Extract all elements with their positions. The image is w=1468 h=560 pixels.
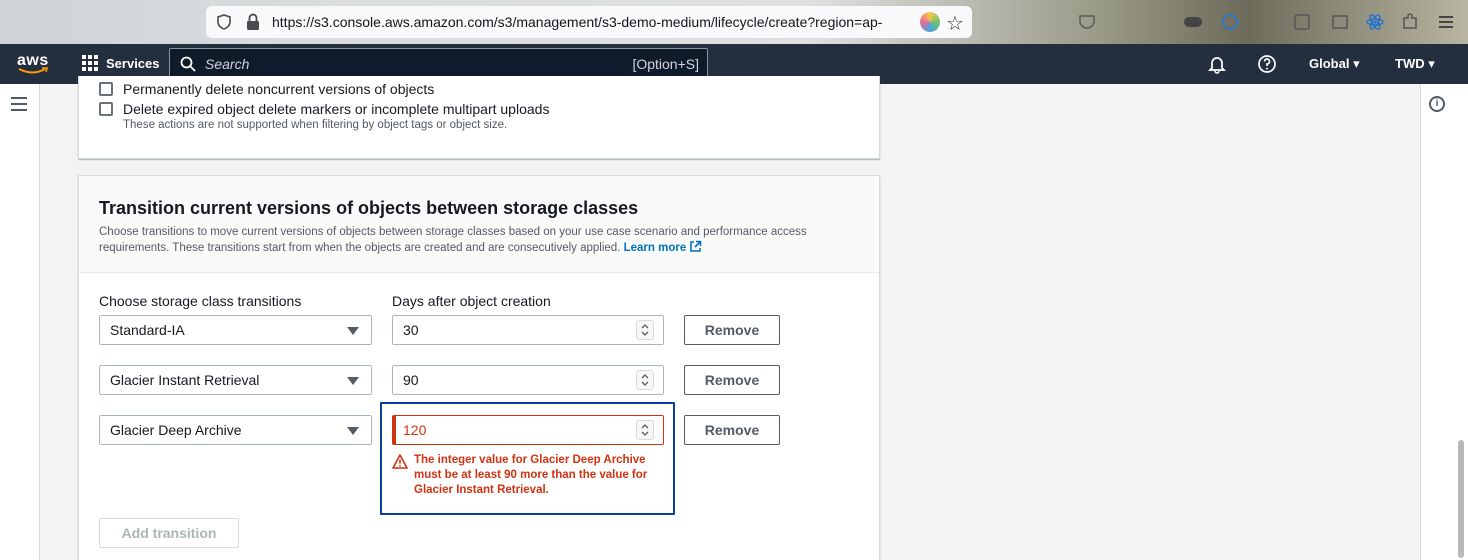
search-shortcut: [Option+S] [632,56,699,72]
account-extension-icon[interactable] [1183,12,1203,32]
days-value: 90 [403,372,419,388]
shield-icon[interactable] [216,14,232,30]
remove-transition-button-2[interactable]: Remove [684,365,780,395]
address-bar[interactable]: https://s3.console.aws.amazon.com/s3/man… [206,6,972,38]
delete-markers-checkbox[interactable] [99,102,113,116]
services-label: Services [106,55,160,71]
filter-hint-text: These actions are not supported when fil… [123,119,508,131]
left-navigation-rail [0,84,40,560]
storage-class-column-label: Choose storage class transitions [99,293,302,309]
url-text[interactable]: https://s3.console.aws.amazon.com/s3/man… [272,14,912,30]
hamburger-menu-icon[interactable] [11,97,27,111]
add-transition-button[interactable]: Add transition [99,518,239,548]
caret-down-icon [347,427,359,435]
noncurrent-delete-option[interactable]: Permanently delete noncurrent versions o… [99,81,434,97]
aws-smile-icon [18,67,48,74]
number-stepper-icon[interactable] [636,320,654,340]
bookmark-star-icon[interactable]: ☆ [946,11,964,36]
storage-class-select-3[interactable]: Glacier Deep Archive [99,415,372,445]
storage-class-select-1[interactable]: Standard-IA [99,315,372,345]
caret-down-icon [347,327,359,335]
browser-menu-icon[interactable] [1436,12,1456,32]
sync-extension-icon[interactable] [1220,12,1240,32]
lock-icon[interactable] [246,13,260,31]
pocket-icon[interactable] [1077,12,1097,32]
expiration-actions-panel: Permanently delete noncurrent versions o… [78,76,880,159]
browser-toolbar: https://s3.console.aws.amazon.com/s3/man… [0,0,1468,44]
help-icon[interactable] [1257,54,1277,74]
info-icon[interactable]: i [1429,96,1445,112]
storage-class-value: Standard-IA [110,322,185,338]
days-input-2[interactable]: 90 [392,365,664,395]
panel-header: Transition current versions of objects b… [79,176,879,273]
aws-logo[interactable]: aws [16,52,50,76]
panel-title: Transition current versions of objects b… [99,198,639,218]
noncurrent-delete-checkbox[interactable] [99,82,113,96]
devtools-extension-icon[interactable] [1330,12,1350,32]
notifications-bell-icon[interactable] [1207,54,1227,74]
page-scrollbar[interactable] [1458,440,1464,558]
account-dropdown[interactable]: TWD ▾ [1395,56,1435,72]
learn-more-label: Learn more [623,242,687,254]
extension-icon[interactable] [920,12,940,32]
reader-extension-icon[interactable] [1292,12,1312,32]
search-placeholder: Search [205,56,250,72]
panel-description: Choose transitions to move current versi… [99,224,859,256]
days-value: 30 [403,322,419,338]
storage-class-select-2[interactable]: Glacier Instant Retrieval [99,365,372,395]
remove-transition-button-1[interactable]: Remove [684,315,780,345]
delete-markers-label: Delete expired object delete markers or … [123,101,550,117]
region-dropdown[interactable]: Global ▾ [1309,56,1360,72]
delete-markers-option[interactable]: Delete expired object delete markers or … [99,101,549,117]
extensions-puzzle-icon[interactable] [1400,12,1420,32]
learn-more-link[interactable]: Learn more [623,240,703,254]
search-input[interactable]: Search [Option+S] [169,48,708,79]
focus-highlight [380,402,675,515]
external-link-icon [690,240,702,252]
services-menu-button[interactable]: Services [82,55,160,71]
caret-down-icon [347,377,359,385]
number-stepper-icon[interactable] [636,370,654,390]
storage-class-value: Glacier Deep Archive [110,422,242,438]
days-input-1[interactable]: 30 [392,315,664,345]
apps-grid-icon [82,55,98,71]
remove-transition-button-3[interactable]: Remove [684,415,780,445]
days-column-label: Days after object creation [392,293,551,309]
region-label: Global [1309,56,1350,71]
search-icon [180,56,196,72]
react-extension-icon[interactable] [1365,12,1385,32]
noncurrent-delete-label: Permanently delete noncurrent versions o… [123,81,435,97]
storage-class-value: Glacier Instant Retrieval [110,372,260,388]
account-label: TWD [1395,56,1425,71]
